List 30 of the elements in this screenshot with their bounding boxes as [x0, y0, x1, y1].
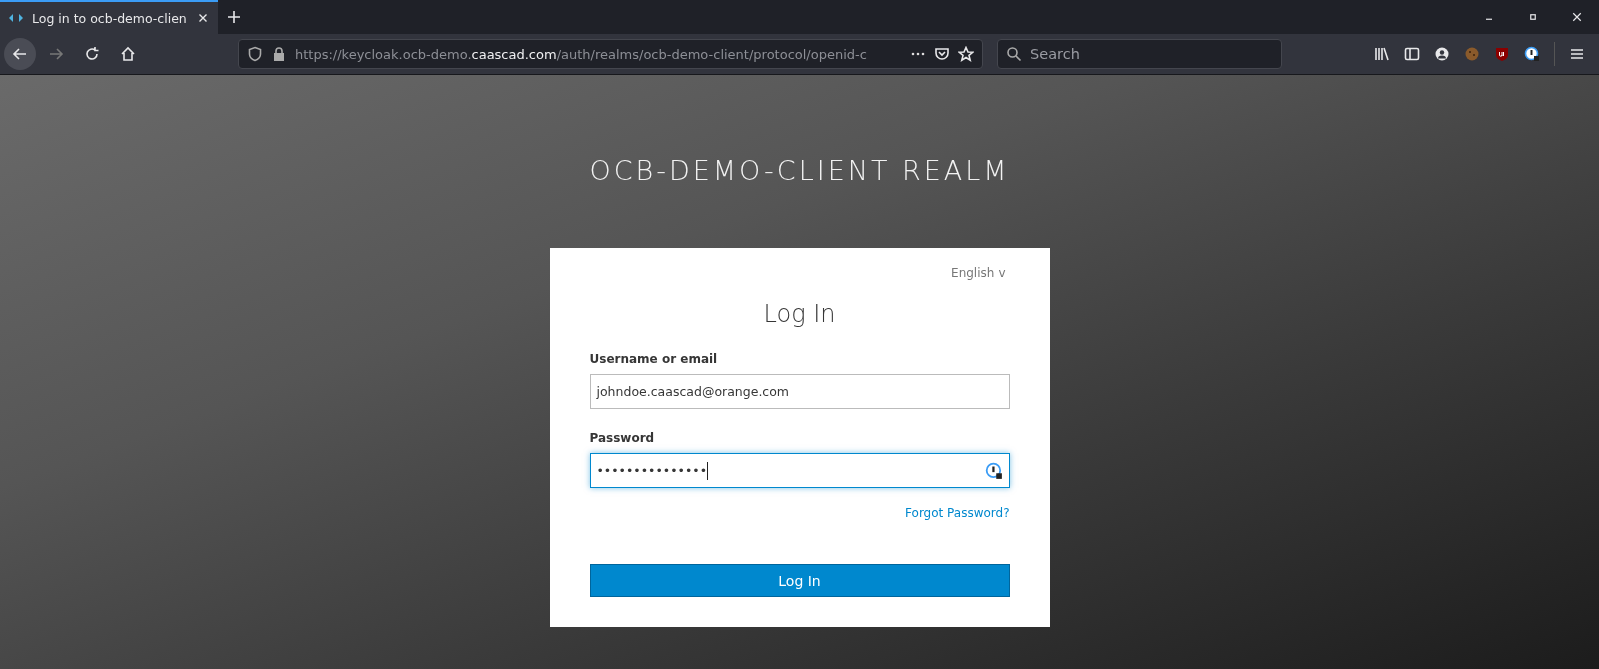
password-manager-icon[interactable] [984, 461, 1003, 480]
shield-extension-icon[interactable] [1494, 46, 1510, 62]
home-icon[interactable] [120, 46, 136, 62]
field-label: Password [589, 431, 656, 445]
search-icon [1006, 46, 1022, 62]
search-field[interactable]: Search [997, 39, 1282, 69]
pocket-icon[interactable] [934, 46, 950, 62]
language-selector[interactable]: English v [951, 266, 1006, 280]
login-title: Log In [763, 300, 836, 328]
close-icon[interactable] [1571, 11, 1583, 23]
forgot-password-link[interactable]: Forgot Password? [905, 506, 1010, 520]
account-icon[interactable] [1434, 46, 1450, 62]
plus-icon[interactable] [226, 9, 242, 25]
back-arrow-icon[interactable] [12, 46, 28, 62]
realm-title: OCB-DEMO-CLIENT REALM [589, 155, 1010, 186]
star-icon[interactable] [958, 46, 974, 62]
browser-tab[interactable]: Log in to ocb-demo-clien [0, 0, 218, 34]
lock-icon [271, 46, 287, 62]
login-button[interactable]: Log In [589, 564, 1010, 597]
username-field[interactable]: johndoe.caascad@orange.com [589, 374, 1010, 409]
maximize-icon[interactable] [1527, 11, 1539, 23]
sidebar-icon[interactable] [1404, 46, 1420, 62]
reload-icon[interactable] [84, 46, 100, 62]
shield-icon [247, 46, 263, 62]
field-label: Username or email [589, 352, 719, 366]
library-icon[interactable] [1374, 46, 1390, 62]
forward-arrow-icon[interactable] [48, 46, 64, 62]
menu-icon[interactable] [1569, 46, 1585, 62]
password-field[interactable]: ••••••••••••••• [589, 453, 1010, 488]
password-manager-icon[interactable] [1524, 46, 1540, 62]
